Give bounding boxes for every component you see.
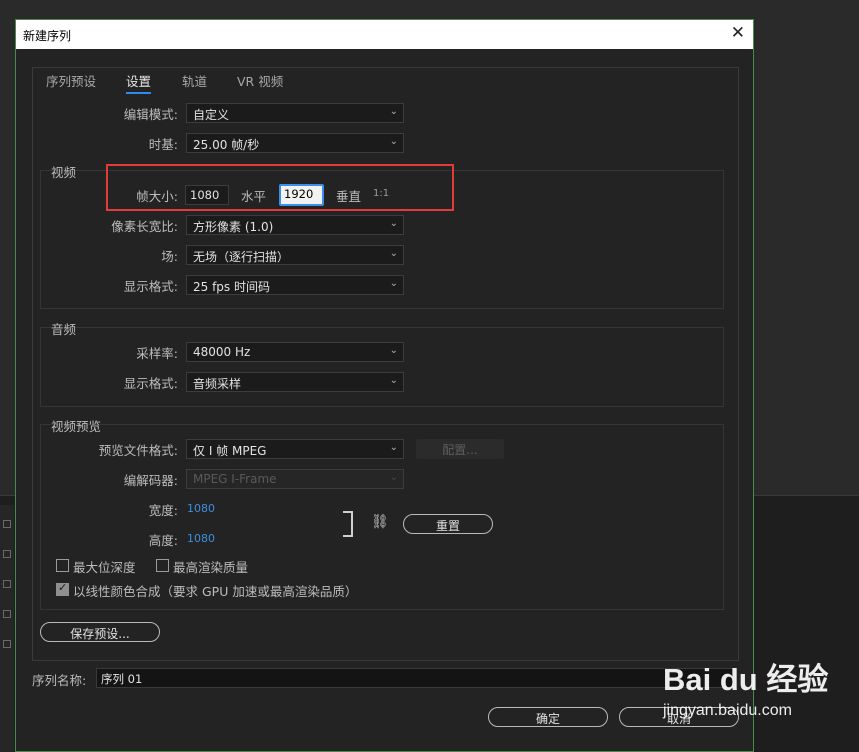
audio-display-format-value: 音频采样 [193,377,242,391]
chevron-down-icon: ⌄ [389,375,398,386]
preview-file-format-value: 仅 I 帧 MPEG [193,444,267,458]
timebase-label: 时基: [148,137,178,152]
codec-label: 编解码器: [123,473,178,488]
tool-icon [3,640,11,648]
timebase-dropdown[interactable]: 25.00 帧/秒 ⌄ [186,133,404,153]
video-group-title: 视频 [51,165,77,180]
codec-value: MPEG I-Frame [193,472,277,486]
preview-width-value[interactable]: 1080 [187,502,215,515]
sequence-name-label: 序列名称: [32,673,87,688]
dialog-title: 新建序列 [23,29,72,43]
sample-rate-dropdown[interactable]: 48000 Hz ⌄ [186,342,404,362]
sample-rate-value: 48000 Hz [193,345,251,359]
preview-file-format-dropdown[interactable]: 仅 I 帧 MPEG ⌄ [186,439,404,459]
video-display-format-label: 显示格式: [123,279,178,294]
pixel-aspect-label: 像素长宽比: [111,219,178,234]
audio-group [40,327,724,407]
edit-mode-label: 编辑模式: [123,107,178,122]
video-display-format-dropdown[interactable]: 25 fps 时间码 ⌄ [186,275,404,295]
tab-vr-video[interactable]: VR 视频 [237,71,283,90]
chevron-down-icon: ⌄ [389,248,398,259]
preview-file-format-label: 预览文件格式: [98,443,178,458]
max-bit-depth-label: 最大位深度 [73,560,136,575]
video-preview-group-title: 视频预览 [51,419,102,434]
tab-tracks[interactable]: 轨道 [182,71,207,90]
linear-color-label: 以线性颜色合成（要求 GPU 加速或最高渲染品质） [73,584,358,599]
tool-icon [3,610,11,618]
chevron-down-icon: ⌄ [389,136,398,147]
linear-color-checkbox[interactable] [56,581,69,596]
pixel-aspect-dropdown[interactable]: 方形像素 (1.0) ⌄ [186,215,404,235]
tab-settings[interactable]: 设置 [126,71,152,94]
link-bracket [343,511,353,537]
baidu-watermark: Bai du 经验 jingyan.baidu.com [663,654,853,732]
background-toolbar [0,505,14,752]
close-icon[interactable]: ✕ [731,23,745,43]
tool-icon [3,520,11,528]
dialog-titlebar: 新建序列 ✕ [16,20,753,49]
tool-icon [3,550,11,558]
max-render-quality-label: 最高渲染质量 [173,560,249,575]
chevron-down-icon: ⌄ [389,442,398,453]
edit-mode-dropdown[interactable]: 自定义 ⌄ [186,103,404,123]
timebase-value: 25.00 帧/秒 [193,138,260,152]
link-icon[interactable]: ⛓ [371,514,389,530]
chevron-down-icon: ⌄ [389,106,398,117]
chevron-down-icon: ⌄ [389,345,398,356]
watermark-url: jingyan.baidu.com [663,702,792,719]
preview-height-label: 高度: [148,533,178,548]
sample-rate-label: 采样率: [136,346,178,361]
preview-height-value[interactable]: 1080 [187,532,215,545]
chevron-down-icon: ⌄ [389,472,398,483]
audio-display-format-label: 显示格式: [123,376,178,391]
audio-group-title: 音频 [51,322,77,337]
max-render-quality-checkbox[interactable] [156,559,169,572]
preview-width-label: 宽度: [148,503,178,518]
sequence-name-input[interactable]: 序列 01 [96,668,736,688]
chevron-down-icon: ⌄ [389,278,398,289]
chevron-down-icon: ⌄ [389,218,398,229]
tab-sequence-presets[interactable]: 序列预设 [46,71,96,90]
pixel-aspect-value: 方形像素 (1.0) [193,220,274,234]
edit-mode-value: 自定义 [193,108,230,122]
configure-button[interactable]: 配置... [416,439,504,459]
video-display-format-value: 25 fps 时间码 [193,280,270,294]
audio-display-format-dropdown[interactable]: 音频采样 ⌄ [186,372,404,392]
max-bit-depth-checkbox[interactable] [56,559,69,572]
tool-icon [3,580,11,588]
reset-button[interactable]: 重置 [403,514,493,534]
fields-value: 无场（逐行扫描） [193,250,290,264]
codec-dropdown[interactable]: MPEG I-Frame ⌄ [186,469,404,489]
watermark-brand: Bai du 经验 [663,662,829,697]
highlight-box [106,164,454,211]
save-preset-button[interactable]: 保存预设... [40,622,160,642]
ok-button[interactable]: 确定 [488,707,608,727]
fields-label: 场: [161,249,178,264]
fields-dropdown[interactable]: 无场（逐行扫描） ⌄ [186,245,404,265]
